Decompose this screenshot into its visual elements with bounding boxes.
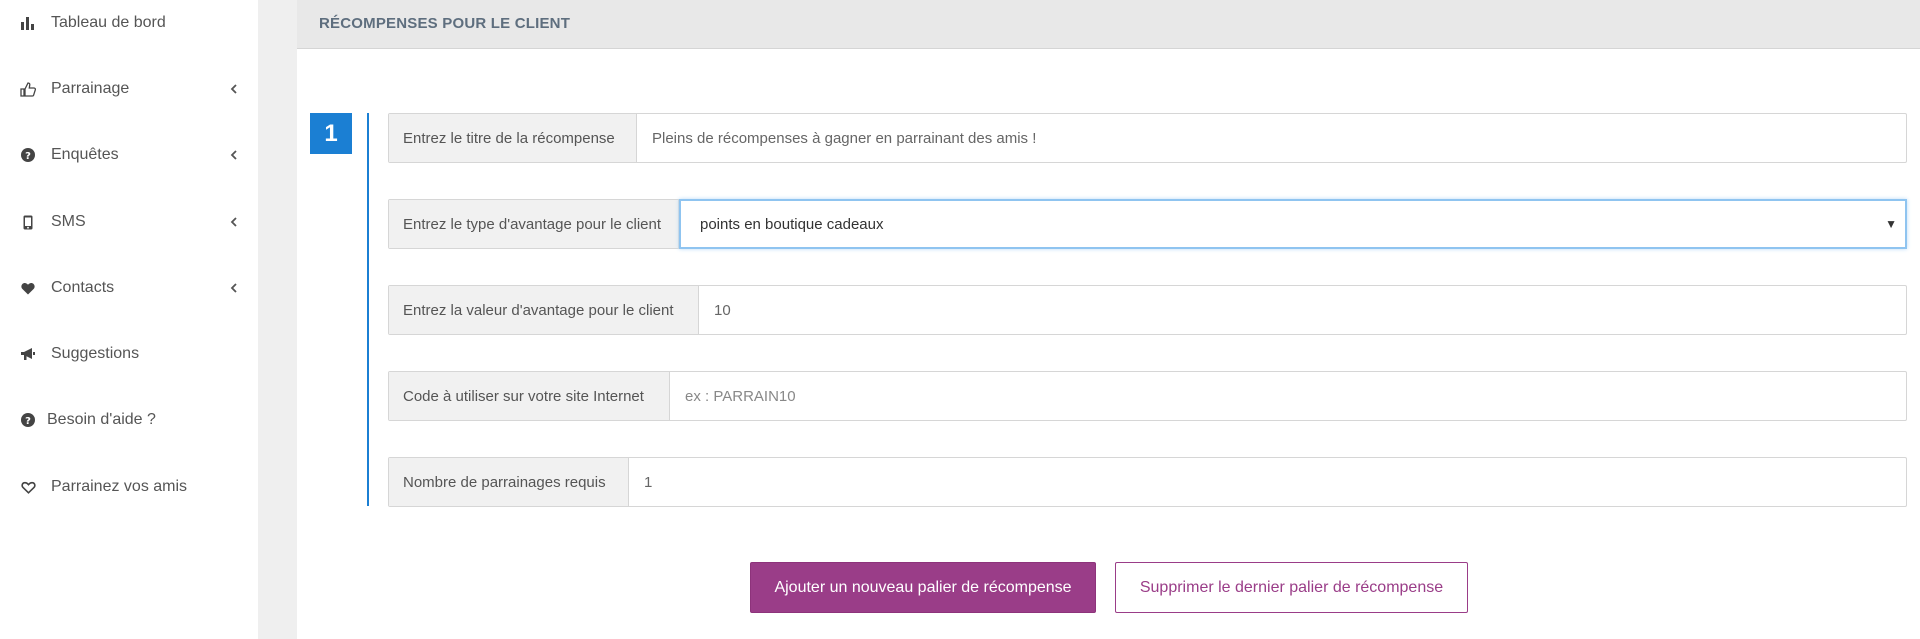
sidebar-item-suggestions[interactable]: Suggestions: [0, 334, 258, 374]
chevron-left-icon: [228, 282, 240, 294]
chevron-left-icon: [228, 83, 240, 95]
mobile-icon: [20, 214, 36, 230]
chevron-left-icon: [228, 149, 240, 161]
promo-code-input[interactable]: ex : PARRAIN10: [670, 372, 1906, 420]
chevron-left-icon: [228, 216, 240, 228]
sidebar-item-label: Tableau de bord: [51, 14, 166, 31]
sidebar-item-label: SMS: [51, 213, 86, 230]
question-circle-icon: ?: [20, 147, 36, 163]
heart-icon: [20, 280, 36, 296]
dropdown-caret-icon: ▼: [1885, 217, 1897, 231]
reward-title-label: Entrez le titre de la récompense: [389, 114, 637, 162]
add-reward-tier-button[interactable]: Ajouter un nouveau palier de récompense: [750, 562, 1096, 613]
sidebar-item-label: Parrainez vos amis: [51, 478, 188, 495]
sidebar-item-parrainage[interactable]: Parrainage: [0, 69, 258, 109]
panel-title: RÉCOMPENSES POUR LE CLIENT: [319, 15, 571, 32]
bar-chart-icon: [20, 15, 36, 31]
benefit-type-group: Entrez le type d'avantage pour le client…: [388, 199, 1907, 249]
megaphone-icon: [20, 346, 36, 362]
sidebar-item-label: Besoin d'aide ?: [47, 411, 156, 428]
heart-outline-icon: [20, 479, 36, 495]
sidebar-item-sms[interactable]: SMS: [0, 202, 258, 242]
benefit-type-select[interactable]: points en boutique cadeaux ▼: [679, 199, 1907, 249]
reward-title-group: Entrez le titre de la récompense Pleins …: [388, 113, 1907, 163]
sidebar-item-enquetes[interactable]: ? Enquêtes: [0, 135, 258, 175]
benefit-type-label: Entrez le type d'avantage pour le client: [389, 200, 679, 248]
benefit-value-input[interactable]: 10: [699, 286, 1906, 334]
sidebar-item-label: Parrainage: [51, 80, 130, 97]
rewards-panel: RÉCOMPENSES POUR LE CLIENT 1 Entrez le t…: [297, 0, 1920, 639]
sidebar-item-label: Contacts: [51, 279, 115, 296]
benefit-type-selected: points en boutique cadeaux: [700, 215, 884, 233]
promo-code-label: Code à utiliser sur votre site Internet: [389, 372, 670, 420]
panel-header: RÉCOMPENSES POUR LE CLIENT: [297, 0, 1920, 49]
remove-reward-tier-button[interactable]: Supprimer le dernier palier de récompens…: [1115, 562, 1468, 613]
sidebar: Tableau de bord Parrainage ? Enquêtes SM…: [0, 0, 258, 639]
benefit-value-label: Entrez la valeur d'avantage pour le clie…: [389, 286, 699, 334]
content-gutter: [258, 0, 297, 639]
sidebar-item-help[interactable]: ? Besoin d'aide ?: [0, 400, 258, 440]
referral-count-input[interactable]: 1: [629, 458, 1906, 506]
step-number-badge: 1: [310, 113, 352, 154]
thumbs-up-icon: [20, 81, 36, 97]
referral-count-group: Nombre de parrainages requis 1: [388, 457, 1907, 507]
benefit-value-group: Entrez la valeur d'avantage pour le clie…: [388, 285, 1907, 335]
referral-count-label: Nombre de parrainages requis: [389, 458, 629, 506]
sidebar-item-label: Enquêtes: [51, 146, 119, 163]
sidebar-item-dashboard[interactable]: Tableau de bord: [0, 3, 258, 43]
step-divider: [367, 113, 369, 506]
reward-title-input[interactable]: Pleins de récompenses à gagner en parrai…: [637, 114, 1906, 162]
svg-text:?: ?: [25, 416, 31, 427]
question-circle-icon: ?: [20, 412, 36, 428]
promo-code-group: Code à utiliser sur votre site Internet …: [388, 371, 1907, 421]
sidebar-item-contacts[interactable]: Contacts: [0, 268, 258, 308]
svg-text:?: ?: [25, 151, 31, 162]
sidebar-item-label: Suggestions: [51, 345, 140, 362]
sidebar-item-referral[interactable]: Parrainez vos amis: [0, 467, 258, 507]
